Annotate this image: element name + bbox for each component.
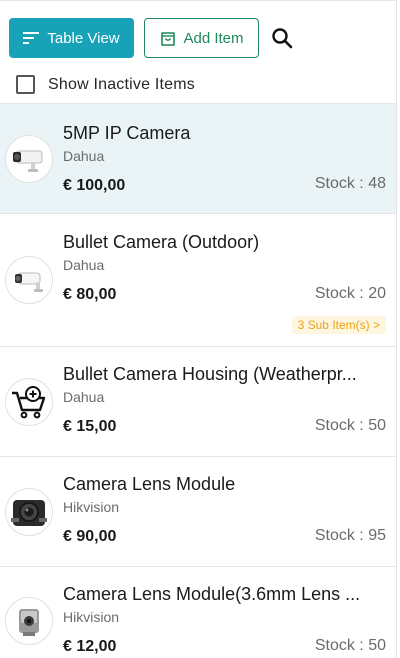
item-brand: Dahua <box>63 257 105 273</box>
item-thumbnail <box>5 378 53 426</box>
item-brand: Dahua <box>63 389 105 405</box>
item-name: Bullet Camera Housing (Weatherpr... <box>63 364 357 384</box>
item-stock: Stock : 50 <box>314 417 386 434</box>
item-stock: Stock : 50 <box>314 637 386 654</box>
show-inactive-label: Show Inactive Items <box>48 75 195 93</box>
item-brand: Hikvision <box>63 499 120 515</box>
item-price: € 15,00 <box>63 418 117 435</box>
item-thumbnail <box>5 597 53 645</box>
list-item[interactable]: Camera Lens Module Hikvision € 90,00 Sto… <box>0 456 396 566</box>
item-price: € 90,00 <box>63 528 117 545</box>
show-inactive-checkbox[interactable] <box>16 75 35 94</box>
search-button[interactable] <box>269 25 295 51</box>
item-list-panel: Table View Add Item Show Inactive Items <box>0 0 397 658</box>
item-stock: Stock : 95 <box>314 527 386 544</box>
item-brand: Dahua <box>63 148 105 164</box>
item-name: Camera Lens Module <box>63 474 236 494</box>
item-brand: Hikvision <box>63 609 120 625</box>
bullet-camera-image <box>13 150 43 172</box>
add-item-label: Add Item <box>183 29 244 47</box>
outdoor-camera-image <box>15 272 43 292</box>
item-price: € 12,00 <box>63 638 117 655</box>
lens-module-image <box>11 500 47 526</box>
list-item[interactable]: 5MP IP Camera Dahua € 100,00 Stock : 48 <box>0 103 396 213</box>
list-item[interactable]: Camera Lens Module(3.6mm Lens ... Hikvis… <box>0 566 396 658</box>
add-to-cart-placeholder-icon <box>12 386 46 419</box>
item-stock: Stock : 48 <box>314 175 386 192</box>
item-name: Camera Lens Module(3.6mm Lens ... <box>63 584 361 604</box>
add-item-button[interactable]: Add Item <box>144 18 259 58</box>
list-item[interactable]: Bullet Camera (Outdoor) Dahua € 80,00 St… <box>0 213 396 346</box>
search-icon <box>272 28 293 49</box>
item-name: Bullet Camera (Outdoor) <box>63 232 260 252</box>
sort-lines-icon <box>23 32 40 44</box>
item-name: 5MP IP Camera <box>63 123 191 143</box>
item-price: € 80,00 <box>63 286 117 303</box>
show-inactive-filter: Show Inactive Items <box>16 75 195 94</box>
item-list: 5MP IP Camera Dahua € 100,00 Stock : 48 … <box>0 103 396 658</box>
item-thumbnail <box>5 256 53 304</box>
item-thumbnail <box>5 135 53 183</box>
item-price: € 100,00 <box>63 177 126 194</box>
toolbar: Table View Add Item <box>9 18 295 58</box>
small-lens-image <box>19 609 39 636</box>
item-thumbnail <box>5 488 53 536</box>
table-view-label: Table View <box>47 29 120 47</box>
item-stock: Stock : 20 <box>314 285 386 302</box>
shopping-bag-icon <box>161 32 176 46</box>
table-view-button[interactable]: Table View <box>9 18 134 58</box>
sub-items-link[interactable]: 3 Sub Item(s) > <box>291 316 386 334</box>
list-item[interactable]: Bullet Camera Housing (Weatherpr... Dahu… <box>0 346 396 456</box>
